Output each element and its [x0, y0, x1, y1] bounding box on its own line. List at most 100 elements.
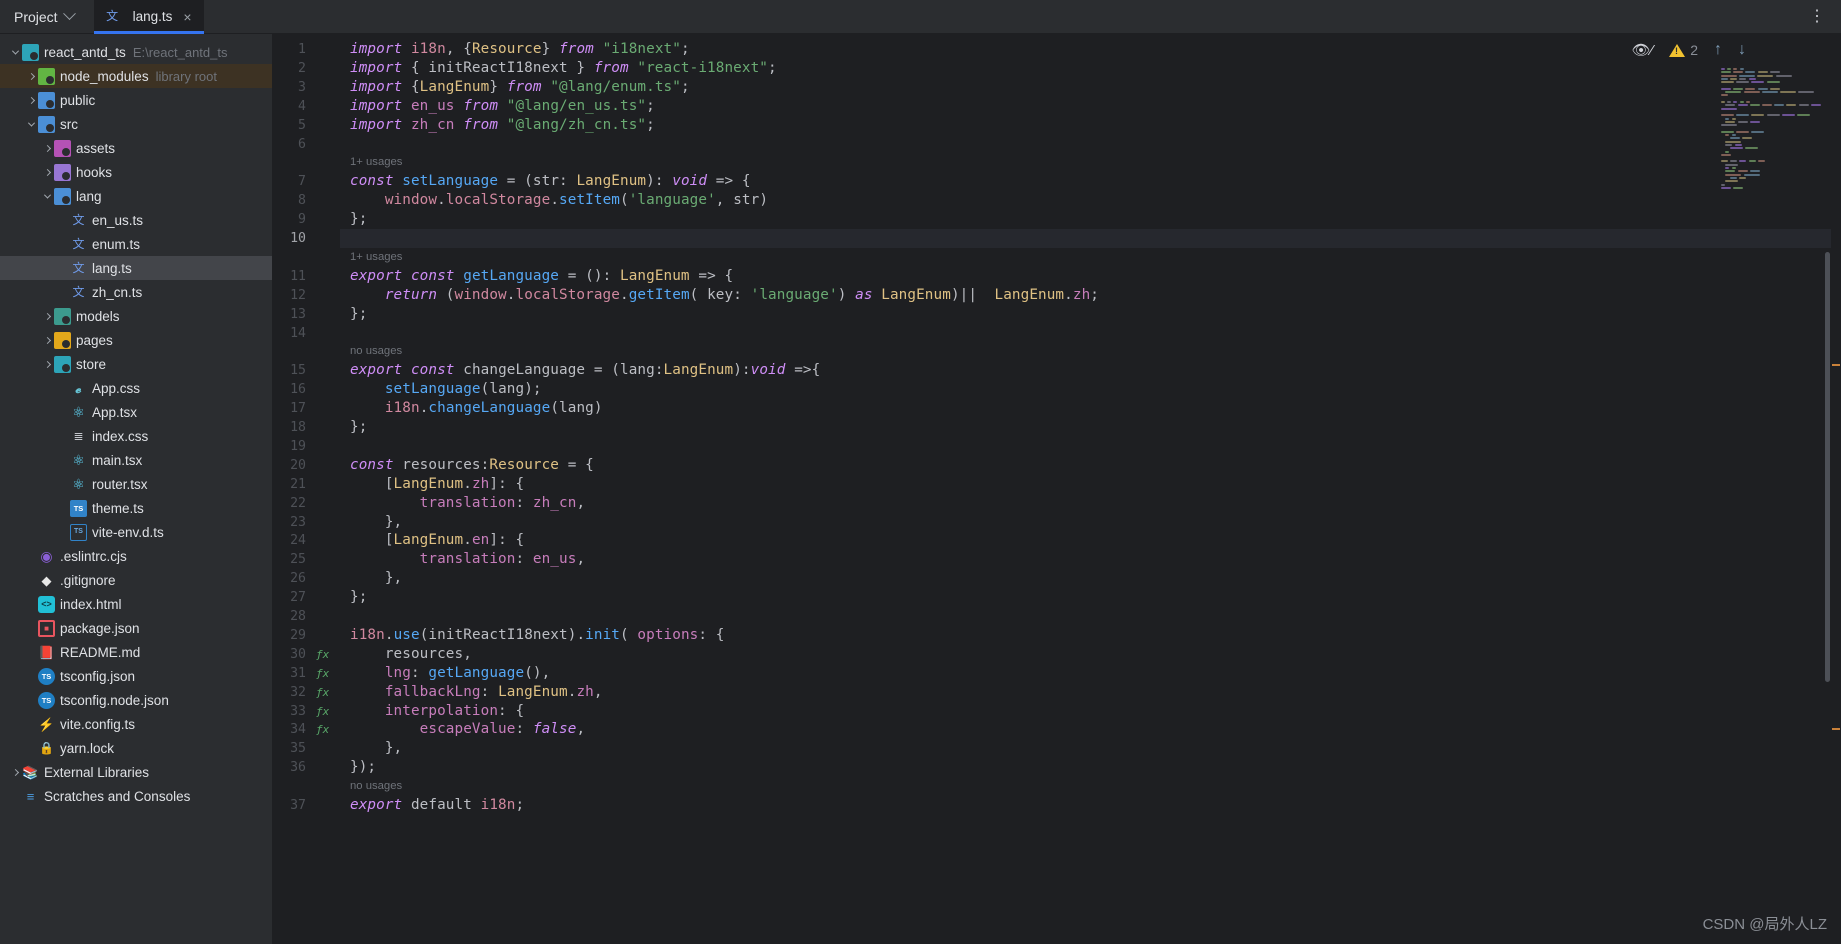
close-icon[interactable]: × — [183, 10, 191, 24]
tree-item-app-tsx[interactable]: ⚛ App.tsx — [0, 400, 272, 424]
function-parameter-hint-icon[interactable]: ƒx — [316, 686, 329, 699]
tree-item-main-tsx[interactable]: ⚛ main.tsx — [0, 448, 272, 472]
tree-item-index-css[interactable]: ≣ index.css — [0, 424, 272, 448]
tree-item-pages[interactable]: pages — [0, 328, 272, 352]
function-parameter-hint-icon[interactable]: ƒx — [316, 667, 329, 680]
code-line[interactable]: }; — [350, 589, 367, 605]
code-line[interactable]: }); — [350, 759, 376, 775]
tree-item-en-us-ts[interactable]: 文 en_us.ts — [0, 208, 272, 232]
code-line[interactable]: window.localStorage.setItem('language', … — [350, 192, 768, 208]
chevron-down-icon[interactable] — [24, 119, 38, 127]
code-line[interactable]: const resources:Resource = { — [350, 457, 594, 473]
code-line[interactable]: return (window.localStorage.getItem( key… — [350, 287, 1099, 303]
chevron-down-icon[interactable] — [8, 47, 22, 55]
tree-item-theme-ts[interactable]: TS theme.ts — [0, 496, 272, 520]
tab-lang-ts[interactable]: 文 lang.ts × — [93, 0, 204, 34]
function-parameter-hint-icon[interactable]: ƒx — [316, 705, 329, 718]
code-line[interactable]: import { initReactI18next } from "react-… — [350, 60, 777, 76]
tree-item-index-html[interactable]: <> index.html — [0, 592, 272, 616]
code-line[interactable]: import {LangEnum} from "@lang/enum.ts"; — [350, 79, 690, 95]
usage-hint[interactable]: no usages — [350, 780, 402, 792]
tree-item-enum-ts[interactable]: 文 enum.ts — [0, 232, 272, 256]
usage-hint[interactable]: 1+ usages — [350, 251, 402, 263]
chevron-right-icon[interactable] — [24, 72, 38, 80]
tree-item-hooks[interactable]: hooks — [0, 160, 272, 184]
tree-item-src[interactable]: src — [0, 112, 272, 136]
tree-item-yarn-lock[interactable]: 🔒 yarn.lock — [0, 736, 272, 760]
code-line[interactable]: translation: en_us, — [350, 551, 585, 567]
tree-item-readme-md[interactable]: 📕 README.md — [0, 640, 272, 664]
project-tool-window-button[interactable]: Project — [0, 0, 88, 34]
tree-item-node-modules[interactable]: node_modules library root — [0, 64, 272, 88]
chevron-right-icon[interactable] — [40, 312, 54, 320]
code-lines[interactable]: import i18n, {Resource} from "i18next"; i… — [340, 34, 1841, 944]
tree-item-lang[interactable]: lang — [0, 184, 272, 208]
code-line[interactable]: const setLanguage = (str: LangEnum): voi… — [350, 173, 751, 189]
code-area[interactable]: 1 2 3 4 5 6 7 8 9 10 11 12 13 14 15 16 17 18 19 20 21 22 23 24 2… — [272, 34, 1841, 944]
tree-item-router-tsx[interactable]: ⚛ router.tsx — [0, 472, 272, 496]
code-line[interactable]: resources, — [350, 646, 472, 662]
tree-item-scratches-and-consoles[interactable]: ≡ Scratches and Consoles — [0, 784, 272, 808]
chevron-right-icon[interactable] — [8, 768, 22, 776]
tree-item-external-libraries[interactable]: 📚 External Libraries — [0, 760, 272, 784]
code-line[interactable]: }, — [350, 514, 402, 530]
minimap[interactable] — [1721, 68, 1831, 228]
arrow-down-icon[interactable]: ↓ — [1738, 42, 1746, 58]
code-line[interactable]: }; — [350, 306, 367, 322]
code-line[interactable]: setLanguage(lang); — [350, 381, 542, 397]
function-parameter-hint-icon[interactable]: ƒx — [316, 648, 329, 661]
code-line[interactable]: export const changeLanguage = (lang:Lang… — [350, 362, 820, 378]
eye-off-icon[interactable]: 👁⁄ — [1632, 43, 1654, 58]
code-line[interactable]: lng: getLanguage(), — [350, 665, 550, 681]
tree-item-models[interactable]: models — [0, 304, 272, 328]
tree-item-tsconfig-node-json[interactable]: TS tsconfig.node.json — [0, 688, 272, 712]
tree-item-app-css[interactable]: 𝓮 App.css — [0, 376, 272, 400]
function-parameter-hint-icon[interactable]: ƒx — [316, 723, 329, 736]
warning-indicator[interactable]: 2 — [1669, 42, 1698, 58]
code-line[interactable]: [LangEnum.zh]: { — [350, 476, 524, 492]
project-tree[interactable]: react_antd_ts E:\react_antd_ts node_module… — [0, 34, 272, 944]
code-line[interactable]: import en_us from "@lang/en_us.ts"; — [350, 98, 655, 114]
tree-item-package-json[interactable]: ■ package.json — [0, 616, 272, 640]
tree-item-vite-env-d-ts[interactable]: TS vite-env.d.ts — [0, 520, 272, 544]
code-line[interactable]: }, — [350, 740, 402, 756]
tree-item-tsconfig-json[interactable]: TS tsconfig.json — [0, 664, 272, 688]
tree-item-eslintrc-cjs[interactable]: ◉ .eslintrc.cjs — [0, 544, 272, 568]
chevron-right-icon[interactable] — [40, 336, 54, 344]
tree-item-vite-config-ts[interactable]: ⚡ vite.config.ts — [0, 712, 272, 736]
code-line[interactable]: export const getLanguage = (): LangEnum … — [350, 268, 733, 284]
code-line[interactable]: fallbackLng: LangEnum.zh, — [350, 684, 603, 700]
error-stripe[interactable] — [1831, 68, 1841, 944]
chevron-right-icon[interactable] — [24, 96, 38, 104]
code-line[interactable]: import i18n, {Resource} from "i18next"; — [350, 41, 690, 57]
more-vertical-icon[interactable]: ⋮ — [1793, 8, 1841, 25]
chevron-right-icon[interactable] — [40, 144, 54, 152]
code-line[interactable]: import zh_cn from "@lang/zh_cn.ts"; — [350, 117, 655, 133]
tree-item-gitignore[interactable]: ◆ .gitignore — [0, 568, 272, 592]
code-line[interactable]: translation: zh_cn, — [350, 495, 585, 511]
chevron-right-icon[interactable] — [40, 360, 54, 368]
code-line[interactable]: }, — [350, 570, 402, 586]
arrow-up-icon[interactable]: ↑ — [1714, 42, 1722, 58]
tree-item-react-antd-ts[interactable]: react_antd_ts E:\react_antd_ts — [0, 40, 272, 64]
code-line[interactable]: }; — [350, 211, 367, 227]
tree-item-assets[interactable]: assets — [0, 136, 272, 160]
code-line[interactable]: export default i18n; — [350, 797, 524, 813]
code-line[interactable]: i18n.use(initReactI18next).init( options… — [350, 627, 725, 643]
editor-gutter[interactable]: 1 2 3 4 5 6 7 8 9 10 11 12 13 14 15 16 17 18 19 20 21 22 23 24 2… — [272, 34, 340, 944]
usage-hint[interactable]: no usages — [350, 345, 402, 357]
code-line[interactable]: [LangEnum.en]: { — [350, 532, 524, 548]
tree-item-store[interactable]: store — [0, 352, 272, 376]
tree-item-zh-cn-ts[interactable]: 文 zh_cn.ts — [0, 280, 272, 304]
code-line[interactable]: escapeValue: false, — [350, 721, 585, 737]
usage-hint[interactable]: 1+ usages — [350, 156, 402, 168]
chevron-right-icon[interactable] — [40, 168, 54, 176]
code-line[interactable]: }; — [350, 419, 367, 435]
code-line[interactable]: interpolation: { — [350, 703, 524, 719]
minimap-line — [1774, 104, 1785, 107]
code-line[interactable]: i18n.changeLanguage(lang) — [350, 400, 603, 416]
vertical-scrollbar[interactable] — [1825, 252, 1830, 682]
chevron-down-icon[interactable] — [40, 191, 54, 199]
tree-item-lang-ts[interactable]: 文 lang.ts — [0, 256, 272, 280]
tree-item-public[interactable]: public — [0, 88, 272, 112]
